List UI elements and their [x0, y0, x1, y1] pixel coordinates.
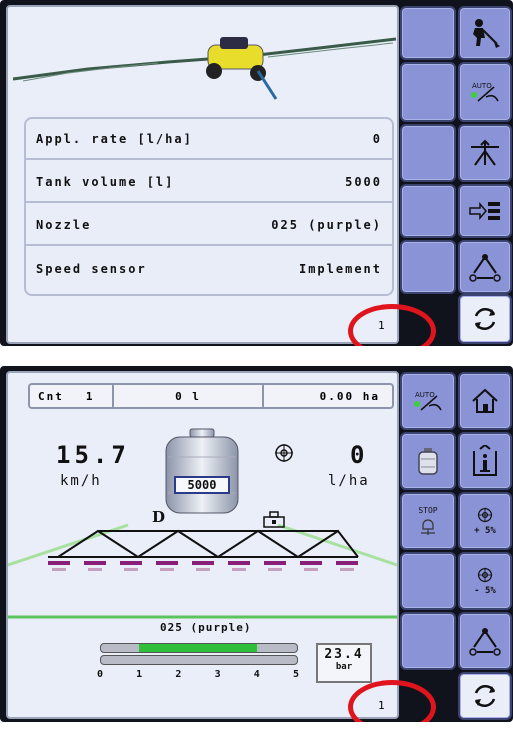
- blank-side-button[interactable]: [400, 612, 456, 670]
- pressure-tick-label: 2: [175, 669, 182, 680]
- worker-shovel-button[interactable]: [458, 6, 512, 60]
- boom-sections-icon: [469, 628, 501, 656]
- row-label: Nozzle: [36, 217, 92, 232]
- auto-label: AUTO: [415, 391, 435, 399]
- boom-sections-button[interactable]: [458, 240, 512, 294]
- home-icon: [472, 388, 498, 413]
- top-main-panel: Appl. rate [l/ha] 0 Tank volume [l] 5000…: [6, 5, 399, 344]
- plus-5-percent-label: + 5%: [474, 525, 496, 536]
- worker-shovel-icon: [473, 19, 500, 48]
- counter-number: 1: [85, 389, 93, 403]
- boom-truss: [48, 529, 359, 571]
- auto-label: AUTO: [472, 82, 492, 90]
- arrow-to-list-icon: [469, 201, 500, 221]
- table-row[interactable]: Speed sensor Implement: [26, 248, 392, 289]
- counter-area-cell: 0.00 ha: [264, 385, 388, 407]
- pressure-scale: 0 1 2 3 4 5: [96, 669, 300, 683]
- blank-side-button[interactable]: [400, 184, 456, 238]
- rate-minus-button[interactable]: - 5%: [458, 552, 512, 610]
- blank-side-button[interactable]: [400, 6, 456, 60]
- target-icon: [477, 507, 493, 522]
- cycle-button[interactable]: [458, 672, 512, 720]
- blank-side-button[interactable]: [400, 62, 456, 122]
- stop-label: STOP: [418, 505, 438, 515]
- minus-5-percent-label: - 5%: [474, 585, 496, 596]
- sprayer-illustration: [12, 37, 397, 100]
- auto-mode-button[interactable]: AUTO: [400, 372, 456, 430]
- auto-section-button[interactable]: AUTO: [458, 62, 512, 122]
- info-button[interactable]: [458, 432, 512, 490]
- counter-bar[interactable]: Cnt 1 0 l 0.00 ha: [28, 383, 394, 409]
- arrow-list-button[interactable]: [458, 184, 512, 238]
- table-row[interactable]: Appl. rate [l/ha] 0: [26, 119, 392, 160]
- tank-small-icon: [418, 448, 438, 475]
- tank-volume-value: 5000: [187, 478, 217, 492]
- top-screen: Appl. rate [l/ha] 0 Tank volume [l] 5000…: [0, 0, 513, 346]
- row-label: Tank volume [l]: [36, 174, 175, 189]
- tank-volume-box: 5000: [174, 476, 230, 494]
- pressure-tick-label: 0: [96, 669, 104, 680]
- boom-sections-button[interactable]: [458, 612, 512, 670]
- home-button[interactable]: [458, 372, 512, 430]
- stop-nozzle-icon: [421, 518, 435, 535]
- tank-button[interactable]: [400, 432, 456, 490]
- row-value: 0: [372, 131, 382, 146]
- auto-section-icon: AUTO: [414, 391, 442, 411]
- blank-side-button[interactable]: [400, 552, 456, 610]
- boom-sections-icon: [469, 254, 501, 282]
- highlight-circle: [348, 680, 436, 722]
- cycle-icon: [474, 684, 496, 708]
- settings-table: Appl. rate [l/ha] 0 Tank volume [l] 5000…: [24, 117, 394, 296]
- target-icon: [477, 567, 493, 582]
- auto-section-icon: AUTO: [471, 82, 499, 102]
- pressure-value: 23.4: [324, 647, 364, 662]
- table-row[interactable]: Nozzle 025 (purple): [26, 205, 392, 246]
- stop-button[interactable]: STOP: [400, 492, 456, 550]
- blank-side-button[interactable]: [400, 240, 456, 294]
- row-label: Appl. rate [l/ha]: [36, 131, 193, 146]
- blank-side-button[interactable]: [400, 124, 456, 182]
- pressure-bar-track: [100, 643, 298, 665]
- pressure-tick-label: 5: [292, 669, 300, 680]
- pressure-unit: bar: [335, 662, 353, 672]
- nozzle-label: 025 (purple): [160, 621, 252, 634]
- row-value: 025 (purple): [271, 217, 382, 232]
- counter-volume: 0 l: [175, 389, 201, 403]
- pressure-tick-label: 1: [136, 669, 143, 680]
- counter-id-cell: Cnt 1: [30, 385, 114, 407]
- row-value: Implement: [298, 261, 382, 276]
- highlight-circle: [348, 304, 436, 346]
- row-label: Speed sensor: [36, 261, 147, 276]
- pressure-tick-label: 3: [214, 669, 221, 680]
- rate-plus-button[interactable]: + 5%: [458, 492, 512, 550]
- table-row[interactable]: Tank volume [l] 5000: [26, 162, 392, 203]
- counter-label: Cnt: [38, 389, 64, 403]
- tank-icon: [165, 428, 239, 514]
- row-value: 5000: [345, 174, 382, 189]
- counter-area: 0.00 ha: [319, 389, 380, 403]
- cycle-icon: [474, 307, 496, 331]
- cycle-button[interactable]: [458, 294, 512, 344]
- pressure-tick-label: 4: [253, 669, 260, 680]
- pressure-range-fill: [139, 644, 257, 652]
- counter-volume-cell: 0 l: [114, 385, 264, 407]
- info-icon: [473, 445, 497, 476]
- boom-height-icon: [471, 139, 499, 166]
- pressure-readout: 23.4 bar: [316, 643, 372, 683]
- bottom-main-panel: Cnt 1 0 l 0.00 ha 15.7 km/h 0 l/ha 5000 …: [6, 371, 399, 719]
- bottom-screen: Cnt 1 0 l 0.00 ha 15.7 km/h 0 l/ha 5000 …: [0, 366, 513, 722]
- boom-height-button[interactable]: [458, 124, 512, 182]
